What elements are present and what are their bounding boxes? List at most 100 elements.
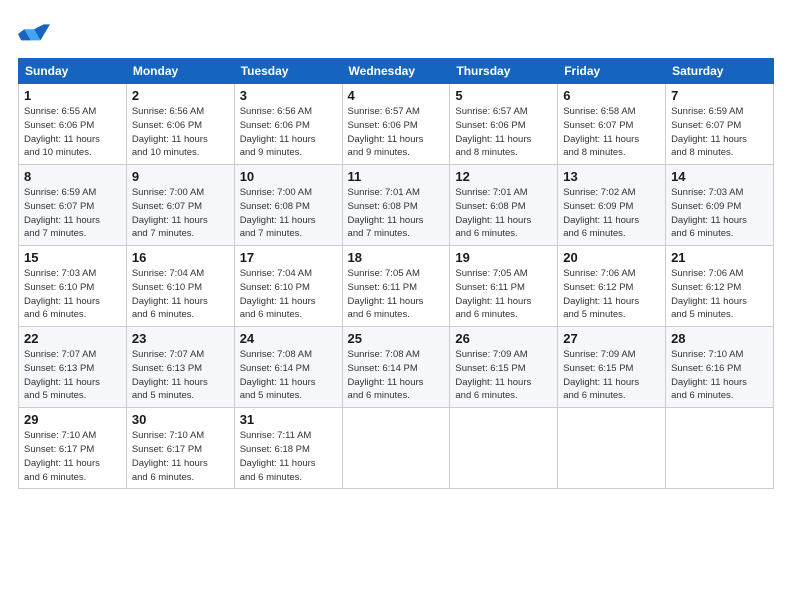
day-number: 29 <box>24 412 121 427</box>
day-cell: 31 Sunrise: 7:11 AMSunset: 6:18 PMDayligh… <box>234 408 342 489</box>
logo <box>18 18 56 50</box>
header <box>18 18 774 50</box>
calendar-table: SundayMondayTuesdayWednesdayThursdayFrid… <box>18 58 774 489</box>
day-cell: 6 Sunrise: 6:58 AMSunset: 6:07 PMDaylight… <box>558 84 666 165</box>
day-info: Sunrise: 6:56 AMSunset: 6:06 PMDaylight:… <box>132 105 229 160</box>
day-number: 12 <box>455 169 552 184</box>
day-info: Sunrise: 7:01 AMSunset: 6:08 PMDaylight:… <box>348 186 445 241</box>
day-info: Sunrise: 7:04 AMSunset: 6:10 PMDaylight:… <box>240 267 337 322</box>
day-info: Sunrise: 7:11 AMSunset: 6:18 PMDaylight:… <box>240 429 337 484</box>
day-info: Sunrise: 6:59 AMSunset: 6:07 PMDaylight:… <box>24 186 121 241</box>
day-cell <box>666 408 774 489</box>
day-cell: 8Sunrise: 6:59 AMSunset: 6:07 PMDaylight… <box>19 165 127 246</box>
logo-icon <box>18 18 50 50</box>
day-info: Sunrise: 6:58 AMSunset: 6:07 PMDaylight:… <box>563 105 660 160</box>
day-number: 1 <box>24 88 121 103</box>
day-cell: 23 Sunrise: 7:07 AMSunset: 6:13 PMDayligh… <box>126 327 234 408</box>
day-cell: 13Sunrise: 7:02 AMSunset: 6:09 PMDayligh… <box>558 165 666 246</box>
day-cell: 25 Sunrise: 7:08 AMSunset: 6:14 PMDayligh… <box>342 327 450 408</box>
day-header-monday: Monday <box>126 59 234 84</box>
day-info: Sunrise: 7:02 AMSunset: 6:09 PMDaylight:… <box>563 186 660 241</box>
day-info: Sunrise: 7:04 AMSunset: 6:10 PMDaylight:… <box>132 267 229 322</box>
day-info: Sunrise: 7:05 AMSunset: 6:11 PMDaylight:… <box>455 267 552 322</box>
day-header-friday: Friday <box>558 59 666 84</box>
day-cell: 14Sunrise: 7:03 AMSunset: 6:09 PMDayligh… <box>666 165 774 246</box>
day-header-wednesday: Wednesday <box>342 59 450 84</box>
day-number: 31 <box>240 412 337 427</box>
week-row-2: 15 Sunrise: 7:03 AMSunset: 6:10 PMDayligh… <box>19 246 774 327</box>
day-number: 3 <box>240 88 337 103</box>
day-number: 16 <box>132 250 229 265</box>
day-cell: 22 Sunrise: 7:07 AMSunset: 6:13 PMDayligh… <box>19 327 127 408</box>
day-cell: 20Sunrise: 7:06 AMSunset: 6:12 PMDayligh… <box>558 246 666 327</box>
day-number: 9 <box>132 169 229 184</box>
day-info: Sunrise: 7:10 AMSunset: 6:17 PMDaylight:… <box>132 429 229 484</box>
day-header-saturday: Saturday <box>666 59 774 84</box>
day-number: 15 <box>24 250 121 265</box>
day-number: 23 <box>132 331 229 346</box>
week-row-0: 1 Sunrise: 6:55 AMSunset: 6:06 PMDaylight… <box>19 84 774 165</box>
day-number: 7 <box>671 88 768 103</box>
day-info: Sunrise: 7:08 AMSunset: 6:14 PMDaylight:… <box>240 348 337 403</box>
day-info: Sunrise: 6:56 AMSunset: 6:06 PMDaylight:… <box>240 105 337 160</box>
day-number: 30 <box>132 412 229 427</box>
day-number: 24 <box>240 331 337 346</box>
day-header-tuesday: Tuesday <box>234 59 342 84</box>
day-info: Sunrise: 6:55 AMSunset: 6:06 PMDaylight:… <box>24 105 121 160</box>
day-cell <box>342 408 450 489</box>
day-cell: 29 Sunrise: 7:10 AMSunset: 6:17 PMDayligh… <box>19 408 127 489</box>
day-cell: 3 Sunrise: 6:56 AMSunset: 6:06 PMDaylight… <box>234 84 342 165</box>
day-number: 22 <box>24 331 121 346</box>
day-cell: 7 Sunrise: 6:59 AMSunset: 6:07 PMDaylight… <box>666 84 774 165</box>
day-number: 17 <box>240 250 337 265</box>
day-info: Sunrise: 7:09 AMSunset: 6:15 PMDaylight:… <box>455 348 552 403</box>
day-info: Sunrise: 6:59 AMSunset: 6:07 PMDaylight:… <box>671 105 768 160</box>
day-info: Sunrise: 6:57 AMSunset: 6:06 PMDaylight:… <box>455 105 552 160</box>
day-info: Sunrise: 7:08 AMSunset: 6:14 PMDaylight:… <box>348 348 445 403</box>
day-cell: 18Sunrise: 7:05 AMSunset: 6:11 PMDayligh… <box>342 246 450 327</box>
day-cell <box>450 408 558 489</box>
day-info: Sunrise: 7:00 AMSunset: 6:07 PMDaylight:… <box>132 186 229 241</box>
day-number: 26 <box>455 331 552 346</box>
week-row-4: 29 Sunrise: 7:10 AMSunset: 6:17 PMDayligh… <box>19 408 774 489</box>
day-header-thursday: Thursday <box>450 59 558 84</box>
day-number: 5 <box>455 88 552 103</box>
day-info: Sunrise: 7:07 AMSunset: 6:13 PMDaylight:… <box>132 348 229 403</box>
day-number: 21 <box>671 250 768 265</box>
calendar-body: 1 Sunrise: 6:55 AMSunset: 6:06 PMDaylight… <box>19 84 774 489</box>
day-number: 11 <box>348 169 445 184</box>
day-info: Sunrise: 7:09 AMSunset: 6:15 PMDaylight:… <box>563 348 660 403</box>
day-cell: 15 Sunrise: 7:03 AMSunset: 6:10 PMDayligh… <box>19 246 127 327</box>
week-row-1: 8Sunrise: 6:59 AMSunset: 6:07 PMDaylight… <box>19 165 774 246</box>
day-cell: 21 Sunrise: 7:06 AMSunset: 6:12 PMDayligh… <box>666 246 774 327</box>
day-cell: 28 Sunrise: 7:10 AMSunset: 6:16 PMDayligh… <box>666 327 774 408</box>
day-cell: 11 Sunrise: 7:01 AMSunset: 6:08 PMDayligh… <box>342 165 450 246</box>
day-info: Sunrise: 7:01 AMSunset: 6:08 PMDaylight:… <box>455 186 552 241</box>
day-info: Sunrise: 7:10 AMSunset: 6:17 PMDaylight:… <box>24 429 121 484</box>
day-info: Sunrise: 7:03 AMSunset: 6:10 PMDaylight:… <box>24 267 121 322</box>
day-cell: 17 Sunrise: 7:04 AMSunset: 6:10 PMDayligh… <box>234 246 342 327</box>
day-cell: 1 Sunrise: 6:55 AMSunset: 6:06 PMDaylight… <box>19 84 127 165</box>
page: SundayMondayTuesdayWednesdayThursdayFrid… <box>0 0 792 612</box>
day-info: Sunrise: 7:03 AMSunset: 6:09 PMDaylight:… <box>671 186 768 241</box>
day-cell: 2Sunrise: 6:56 AMSunset: 6:06 PMDaylight… <box>126 84 234 165</box>
week-row-3: 22 Sunrise: 7:07 AMSunset: 6:13 PMDayligh… <box>19 327 774 408</box>
day-number: 10 <box>240 169 337 184</box>
day-cell: 10Sunrise: 7:00 AMSunset: 6:08 PMDayligh… <box>234 165 342 246</box>
day-info: Sunrise: 6:57 AMSunset: 6:06 PMDaylight:… <box>348 105 445 160</box>
day-number: 4 <box>348 88 445 103</box>
day-cell: 12 Sunrise: 7:01 AMSunset: 6:08 PMDayligh… <box>450 165 558 246</box>
day-info: Sunrise: 7:07 AMSunset: 6:13 PMDaylight:… <box>24 348 121 403</box>
day-number: 28 <box>671 331 768 346</box>
calendar-header: SundayMondayTuesdayWednesdayThursdayFrid… <box>19 59 774 84</box>
header-row: SundayMondayTuesdayWednesdayThursdayFrid… <box>19 59 774 84</box>
day-cell: 30 Sunrise: 7:10 AMSunset: 6:17 PMDayligh… <box>126 408 234 489</box>
day-header-sunday: Sunday <box>19 59 127 84</box>
day-info: Sunrise: 7:10 AMSunset: 6:16 PMDaylight:… <box>671 348 768 403</box>
day-number: 25 <box>348 331 445 346</box>
day-info: Sunrise: 7:06 AMSunset: 6:12 PMDaylight:… <box>671 267 768 322</box>
day-number: 6 <box>563 88 660 103</box>
day-cell: 27Sunrise: 7:09 AMSunset: 6:15 PMDayligh… <box>558 327 666 408</box>
day-cell: 5 Sunrise: 6:57 AMSunset: 6:06 PMDaylight… <box>450 84 558 165</box>
day-cell: 9 Sunrise: 7:00 AMSunset: 6:07 PMDaylight… <box>126 165 234 246</box>
